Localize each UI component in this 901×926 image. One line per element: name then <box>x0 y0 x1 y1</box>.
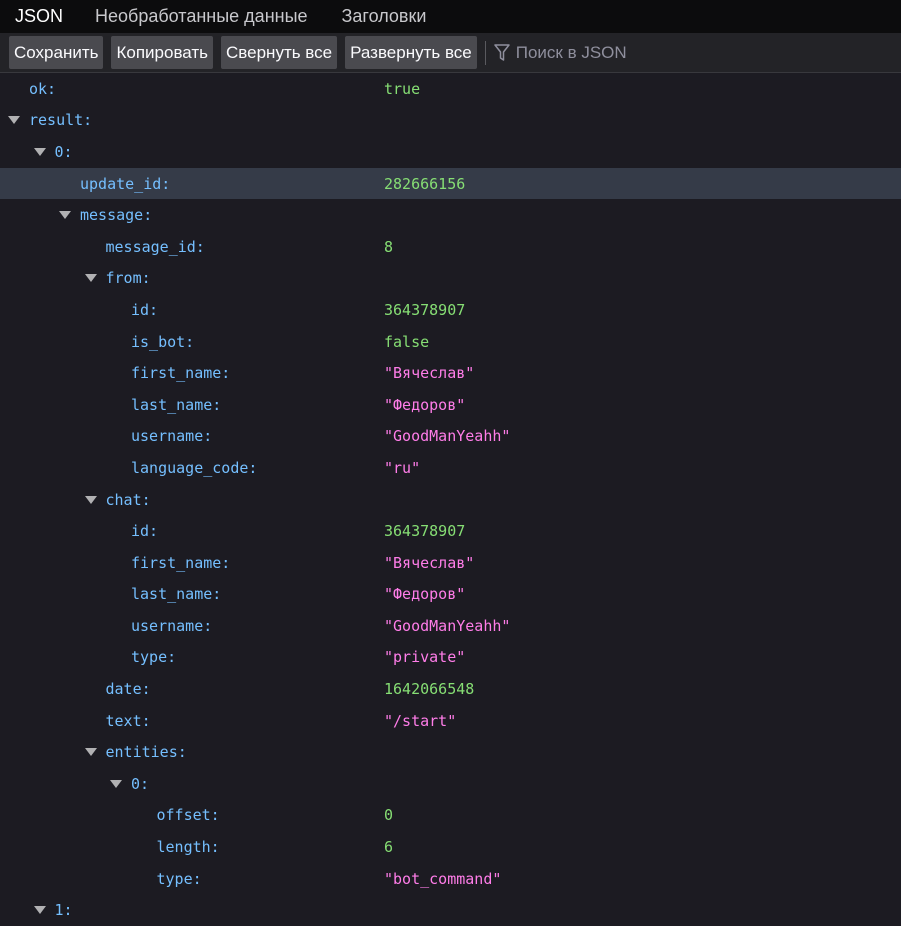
tree-row[interactable]: username: "GoodManYeahh" <box>0 421 901 453</box>
filter-placeholder: Поиск в JSON <box>515 42 627 62</box>
row-key: username: <box>131 616 213 635</box>
row-key: type: <box>131 648 177 667</box>
tree-row[interactable]: chat: <box>0 484 901 516</box>
tab-bar: JSON Необработанные данные Заголовки <box>0 0 901 33</box>
tree-row[interactable]: text: "/start" <box>0 705 901 737</box>
save-button[interactable]: Сохранить <box>9 36 104 69</box>
chevron-down-icon[interactable] <box>59 211 71 220</box>
row-value: "Федоров" <box>384 585 466 604</box>
row-key: length: <box>156 838 220 857</box>
tree-row[interactable]: 0: <box>0 136 901 168</box>
tab-json[interactable]: JSON <box>0 0 78 33</box>
row-value: "Вячеслав" <box>384 553 475 572</box>
row-key: update_id: <box>80 174 171 193</box>
tab-headers[interactable]: Заголовки <box>325 0 444 33</box>
tree-row[interactable]: from: <box>0 263 901 295</box>
tree-row[interactable]: 0: <box>0 768 901 800</box>
tree-row[interactable]: 1: <box>0 894 901 926</box>
tree-row[interactable]: last_name: "Федоров" <box>0 389 901 421</box>
row-value: true <box>384 79 421 98</box>
filter-icon <box>494 43 510 61</box>
row-key: first_name: <box>131 553 231 572</box>
row-key: type: <box>156 869 202 888</box>
toolbar: Сохранить Копировать Свернуть все Развер… <box>0 33 901 73</box>
row-value: 0 <box>384 806 394 825</box>
tree-row[interactable]: date: 1642066548 <box>0 673 901 705</box>
row-value: 6 <box>384 838 394 857</box>
tab-raw-data[interactable]: Необработанные данные <box>78 0 325 33</box>
row-key: entities: <box>105 743 187 762</box>
tree-row[interactable]: entities: <box>0 736 901 768</box>
tree-row[interactable]: is_bot: false <box>0 326 901 358</box>
tree-row[interactable]: first_name: "Вячеслав" <box>0 547 901 579</box>
row-key: id: <box>131 300 159 319</box>
row-key: username: <box>131 427 213 446</box>
row-value: 1642066548 <box>384 680 475 699</box>
tree-row[interactable]: id: 364378907 <box>0 515 901 547</box>
tree-row[interactable]: id: 364378907 <box>0 294 901 326</box>
row-key: 1: <box>54 901 73 920</box>
row-key: from: <box>105 269 151 288</box>
row-key: is_bot: <box>131 332 195 351</box>
collapse-all-button[interactable]: Свернуть все <box>221 36 338 69</box>
row-key: last_name: <box>131 395 222 414</box>
row-value: "GoodManYeahh" <box>384 616 511 635</box>
row-key: language_code: <box>131 458 258 477</box>
tree-row[interactable]: type: "bot_command" <box>0 863 901 895</box>
row-key: 0: <box>54 142 73 161</box>
tree-row[interactable]: last_name: "Федоров" <box>0 579 901 611</box>
row-value: "Федоров" <box>384 395 466 414</box>
chevron-down-icon[interactable] <box>84 274 97 283</box>
chevron-down-icon[interactable] <box>8 116 20 125</box>
chevron-down-icon[interactable] <box>84 748 97 757</box>
row-value: "Вячеслав" <box>384 364 475 383</box>
row-value: 364378907 <box>384 522 466 541</box>
tree-row[interactable]: message_id: 8 <box>0 231 901 263</box>
chevron-down-icon[interactable] <box>84 495 97 504</box>
tree-row[interactable]: update_id: 282666156 <box>0 167 901 200</box>
tree-row[interactable]: language_code: "ru" <box>0 452 901 484</box>
copy-button[interactable]: Копировать <box>111 36 214 69</box>
chevron-down-icon[interactable] <box>110 779 122 788</box>
expand-all-button[interactable]: Развернуть все <box>345 36 477 69</box>
tree-row[interactable]: username: "GoodManYeahh" <box>0 610 901 642</box>
row-key: text: <box>105 711 151 730</box>
json-tree: ok: true result: 0: update_id: 282666156 messa… <box>0 73 901 926</box>
row-value: "/start" <box>384 711 457 730</box>
chevron-down-icon[interactable] <box>33 906 46 915</box>
toolbar-divider <box>484 40 486 65</box>
row-value: "private" <box>384 648 466 667</box>
chevron-down-icon[interactable] <box>33 147 46 156</box>
row-key: date: <box>105 680 151 699</box>
tree-row[interactable]: message: <box>0 199 901 231</box>
row-key: id: <box>131 522 159 541</box>
row-key: offset: <box>156 806 220 825</box>
tree-row[interactable]: length: 6 <box>0 831 901 863</box>
row-key: 0: <box>131 774 150 793</box>
tree-row[interactable]: type: "private" <box>0 642 901 674</box>
filter-input[interactable]: Поиск в JSON <box>494 43 627 63</box>
row-key: message: <box>80 206 153 225</box>
row-key: last_name: <box>131 585 222 604</box>
row-value: false <box>384 332 430 351</box>
tree-row[interactable]: ok: true <box>0 73 901 105</box>
tree-row[interactable]: first_name: "Вячеслав" <box>0 357 901 389</box>
row-key: result: <box>29 111 93 130</box>
row-value: 364378907 <box>384 300 466 319</box>
row-value: "bot_command" <box>384 869 502 888</box>
tree-row[interactable]: result: <box>0 105 901 137</box>
row-key: message_id: <box>105 237 205 256</box>
row-value: "GoodManYeahh" <box>384 427 511 446</box>
row-value: 8 <box>384 237 394 256</box>
row-key: ok: <box>29 79 57 98</box>
row-value: "ru" <box>384 458 421 477</box>
tree-row[interactable]: offset: 0 <box>0 800 901 832</box>
row-value: 282666156 <box>384 174 466 193</box>
row-key: chat: <box>105 490 151 509</box>
row-key: first_name: <box>131 364 231 383</box>
